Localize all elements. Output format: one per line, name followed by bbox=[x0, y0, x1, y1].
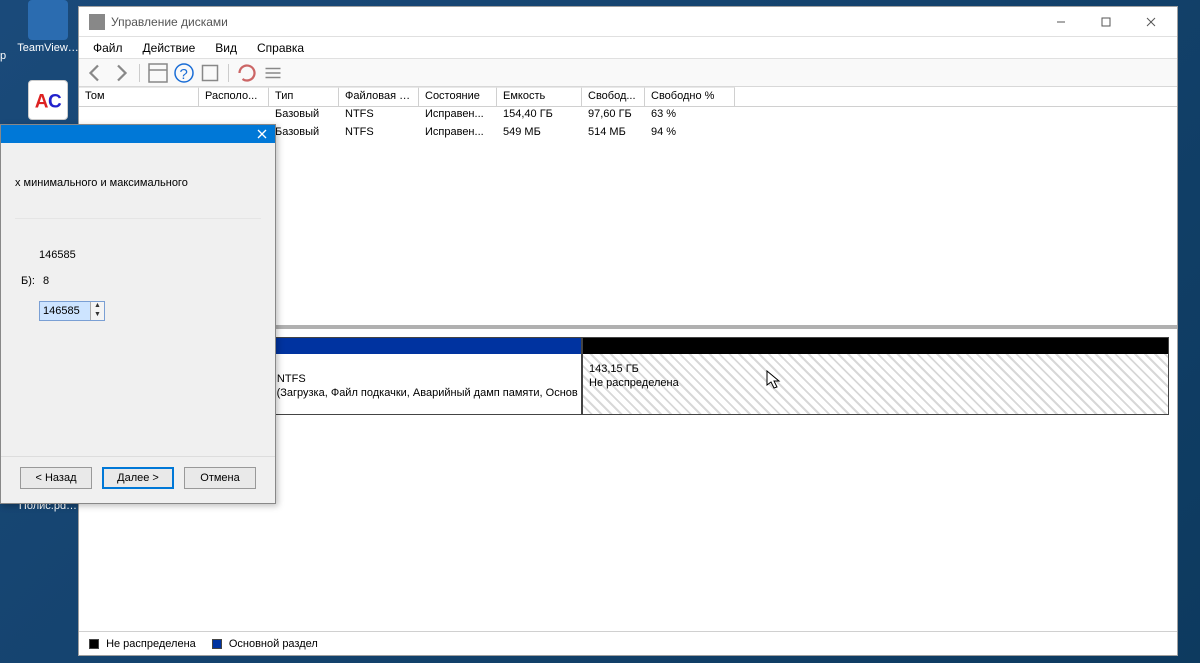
svg-text:A: A bbox=[35, 92, 49, 113]
menu-action[interactable]: Действие bbox=[135, 39, 204, 57]
minimize-button[interactable] bbox=[1038, 8, 1083, 36]
partition-size: 143,15 ГБ bbox=[589, 362, 1162, 376]
app-icon bbox=[89, 14, 105, 30]
wizard-subtitle: х минимального и максимального bbox=[15, 177, 261, 189]
back-button[interactable]: < Назад bbox=[20, 467, 92, 489]
wizard-titlebar[interactable] bbox=[1, 125, 275, 143]
col-free[interactable]: Свобод... bbox=[582, 87, 645, 106]
wizard-max-value: 146585 bbox=[39, 249, 76, 261]
partition-unallocated[interactable]: 143,15 ГБ Не распределена bbox=[582, 337, 1169, 415]
toolbar-properties-icon[interactable] bbox=[198, 61, 222, 85]
new-volume-wizard: х минимального и максимального 146585 Б)… bbox=[0, 124, 276, 504]
toolbar-refresh-icon[interactable] bbox=[235, 61, 259, 85]
spinner-down-icon[interactable]: ▼ bbox=[91, 311, 104, 320]
partition-status: Исправен (Загрузка, Файл подкачки, Авари… bbox=[224, 386, 575, 400]
swatch-blue-icon bbox=[212, 639, 222, 649]
size-input[interactable] bbox=[40, 302, 90, 320]
legend-bar: Не распределена Основной раздел bbox=[79, 631, 1177, 655]
legend-unallocated: Не распределена bbox=[89, 638, 196, 650]
window-title: Управление дисками bbox=[111, 15, 1038, 29]
cell-fs: NTFS bbox=[339, 107, 419, 125]
wizard-button-row: < Назад Далее > Отмена bbox=[1, 456, 275, 503]
partition-status: Не распределена bbox=[589, 376, 1162, 390]
col-filesystem[interactable]: Файловая с... bbox=[339, 87, 419, 106]
cell-pct: 63 % bbox=[645, 107, 735, 125]
desktop-icon-teamviewer[interactable]: TeamView… bbox=[14, 0, 82, 54]
cell-cap: 154,40 ГБ bbox=[497, 107, 582, 125]
cancel-button[interactable]: Отмена bbox=[184, 467, 256, 489]
cell-type: Базовый bbox=[269, 125, 339, 143]
desktop-stray-label: p bbox=[0, 50, 6, 62]
wizard-row-label: Б): bbox=[21, 275, 35, 287]
cell-free: 97,60 ГБ bbox=[582, 107, 645, 125]
partition-title: (C:) bbox=[224, 358, 575, 372]
legend-primary: Основной раздел bbox=[212, 638, 318, 650]
forward-button[interactable] bbox=[109, 61, 133, 85]
col-type[interactable]: Тип bbox=[269, 87, 339, 106]
toolbar-list-icon[interactable] bbox=[261, 61, 285, 85]
col-volume[interactable]: Том bbox=[79, 87, 199, 106]
menu-view[interactable]: Вид bbox=[207, 39, 245, 57]
menu-help[interactable]: Справка bbox=[249, 39, 312, 57]
cell-stat: Исправен... bbox=[419, 107, 497, 125]
cell-type: Базовый bbox=[269, 107, 339, 125]
swatch-black-icon bbox=[89, 639, 99, 649]
cell-fs: NTFS bbox=[339, 125, 419, 143]
table-row[interactable]: Базовый NTFS Исправен... 154,40 ГБ 97,60… bbox=[79, 107, 1177, 125]
table-header: Том Располо... Тип Файловая с... Состоян… bbox=[79, 87, 1177, 107]
toolbar-help-icon[interactable]: ? bbox=[172, 61, 196, 85]
toolbar-views-icon[interactable] bbox=[146, 61, 170, 85]
menu-file[interactable]: Файл bbox=[85, 39, 131, 57]
cell-pct: 94 % bbox=[645, 125, 735, 143]
partition-header bbox=[583, 338, 1168, 354]
titlebar[interactable]: Управление дисками bbox=[79, 7, 1177, 37]
toolbar: ? bbox=[79, 59, 1177, 87]
close-button[interactable] bbox=[1128, 8, 1173, 36]
svg-text:?: ? bbox=[180, 66, 188, 83]
back-button[interactable] bbox=[83, 61, 107, 85]
size-spinner[interactable]: ▲ ▼ bbox=[39, 301, 105, 321]
next-button[interactable]: Далее > bbox=[102, 467, 174, 489]
app-icon: AC bbox=[28, 80, 68, 120]
desktop-icon-ac[interactable]: AC bbox=[14, 80, 82, 122]
partition-size: 154,40 ГБ NTFS bbox=[224, 372, 575, 386]
spinner-up-icon[interactable]: ▲ bbox=[91, 302, 104, 311]
wizard-min-value: 8 bbox=[43, 275, 49, 287]
col-status[interactable]: Состояние bbox=[419, 87, 497, 106]
cell-stat: Исправен... bbox=[419, 125, 497, 143]
app-icon bbox=[28, 0, 68, 40]
menubar: Файл Действие Вид Справка bbox=[79, 37, 1177, 59]
col-location[interactable]: Располо... bbox=[199, 87, 269, 106]
desktop-icon-label: TeamView… bbox=[14, 42, 82, 54]
svg-text:C: C bbox=[48, 92, 62, 113]
close-button[interactable] bbox=[249, 125, 275, 143]
cell-cap: 549 МБ bbox=[497, 125, 582, 143]
cell-free: 514 МБ bbox=[582, 125, 645, 143]
maximize-button[interactable] bbox=[1083, 8, 1128, 36]
col-capacity[interactable]: Емкость bbox=[497, 87, 582, 106]
col-free-pct[interactable]: Свободно % bbox=[645, 87, 735, 106]
